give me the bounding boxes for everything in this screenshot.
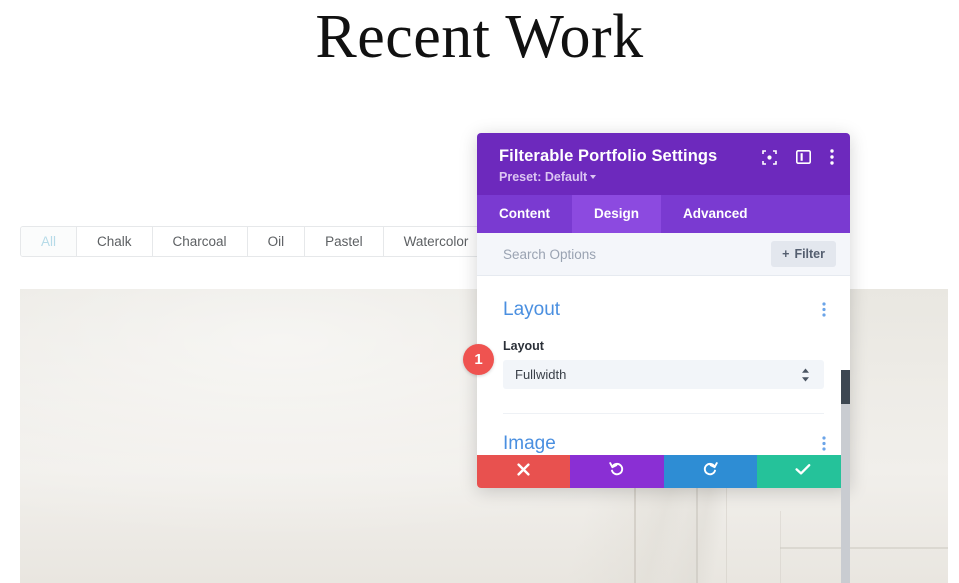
section-layout: Layout Layout Fullwidth bbox=[477, 276, 850, 414]
filter-tab-watercolor[interactable]: Watercolor bbox=[383, 227, 489, 256]
cancel-button[interactable] bbox=[477, 455, 571, 488]
image-detail-edge-a bbox=[634, 485, 636, 583]
annotation-badge-1: 1 bbox=[463, 344, 494, 375]
image-detail-edge-e bbox=[780, 511, 781, 583]
page-root: Recent Work All Chalk Charcoal Oil Paste… bbox=[0, 0, 959, 583]
modal-tab-bar: Content Design Advanced bbox=[477, 195, 850, 233]
filter-tab-oil[interactable]: Oil bbox=[247, 227, 306, 256]
filter-tab-pastel[interactable]: Pastel bbox=[305, 227, 384, 256]
section-image-kebab-menu-icon[interactable] bbox=[822, 436, 826, 455]
image-detail-edge-c bbox=[726, 485, 727, 583]
image-detail-edge-d bbox=[780, 547, 948, 549]
stepper-arrows-icon bbox=[801, 367, 810, 382]
filter-button-label: Filter bbox=[794, 247, 825, 261]
section-image: Image bbox=[477, 414, 850, 455]
layout-select[interactable]: Fullwidth bbox=[503, 360, 824, 389]
layout-field-label: Layout bbox=[503, 339, 544, 353]
portfolio-filter-bar: All Chalk Charcoal Oil Pastel Watercolor bbox=[20, 226, 490, 257]
modal-action-bar bbox=[477, 455, 850, 488]
filter-tab-all[interactable]: All bbox=[21, 227, 78, 256]
search-input[interactable] bbox=[503, 243, 772, 265]
layout-select-value: Fullwidth bbox=[515, 367, 567, 382]
tab-design[interactable]: Design bbox=[572, 195, 662, 233]
scrollbar-thumb[interactable] bbox=[841, 370, 850, 404]
tab-advanced[interactable]: Advanced bbox=[661, 195, 770, 233]
focus-icon[interactable] bbox=[762, 149, 777, 165]
section-layout-kebab-menu-icon[interactable] bbox=[822, 302, 826, 322]
image-detail-edge-b bbox=[696, 485, 698, 583]
section-layout-title: Layout bbox=[503, 299, 561, 320]
kebab-menu-icon[interactable] bbox=[830, 149, 834, 165]
checkmark-icon bbox=[795, 463, 811, 481]
filter-tab-charcoal[interactable]: Charcoal bbox=[152, 227, 248, 256]
modal-header-icons bbox=[762, 149, 834, 165]
preset-label: Preset: Default bbox=[499, 170, 588, 184]
plus-icon: + bbox=[782, 247, 790, 261]
filterable-portfolio-settings-modal: Filterable Portfolio Settings Preset: De… bbox=[477, 133, 850, 583]
search-options-row: + Filter bbox=[477, 233, 850, 276]
panel-layout-icon[interactable] bbox=[796, 150, 811, 164]
page-title: Recent Work bbox=[315, 3, 644, 71]
filter-tab-chalk[interactable]: Chalk bbox=[77, 227, 153, 256]
modal-scrollbar[interactable] bbox=[841, 370, 850, 583]
redo-button[interactable] bbox=[663, 455, 757, 488]
redo-arrow-icon bbox=[702, 461, 718, 482]
save-button[interactable] bbox=[756, 455, 850, 488]
chevron-down-icon bbox=[590, 175, 597, 179]
filter-button[interactable]: + Filter bbox=[771, 241, 836, 267]
modal-header: Filterable Portfolio Settings Preset: De… bbox=[477, 133, 850, 195]
section-image-title: Image bbox=[503, 433, 556, 454]
close-x-icon bbox=[517, 462, 530, 481]
undo-arrow-icon bbox=[609, 461, 625, 482]
undo-button[interactable] bbox=[570, 455, 664, 488]
tab-content[interactable]: Content bbox=[477, 195, 572, 233]
modal-body: Layout Layout Fullwidth Image bbox=[477, 276, 850, 455]
preset-selector[interactable]: Preset: Default bbox=[499, 170, 832, 185]
